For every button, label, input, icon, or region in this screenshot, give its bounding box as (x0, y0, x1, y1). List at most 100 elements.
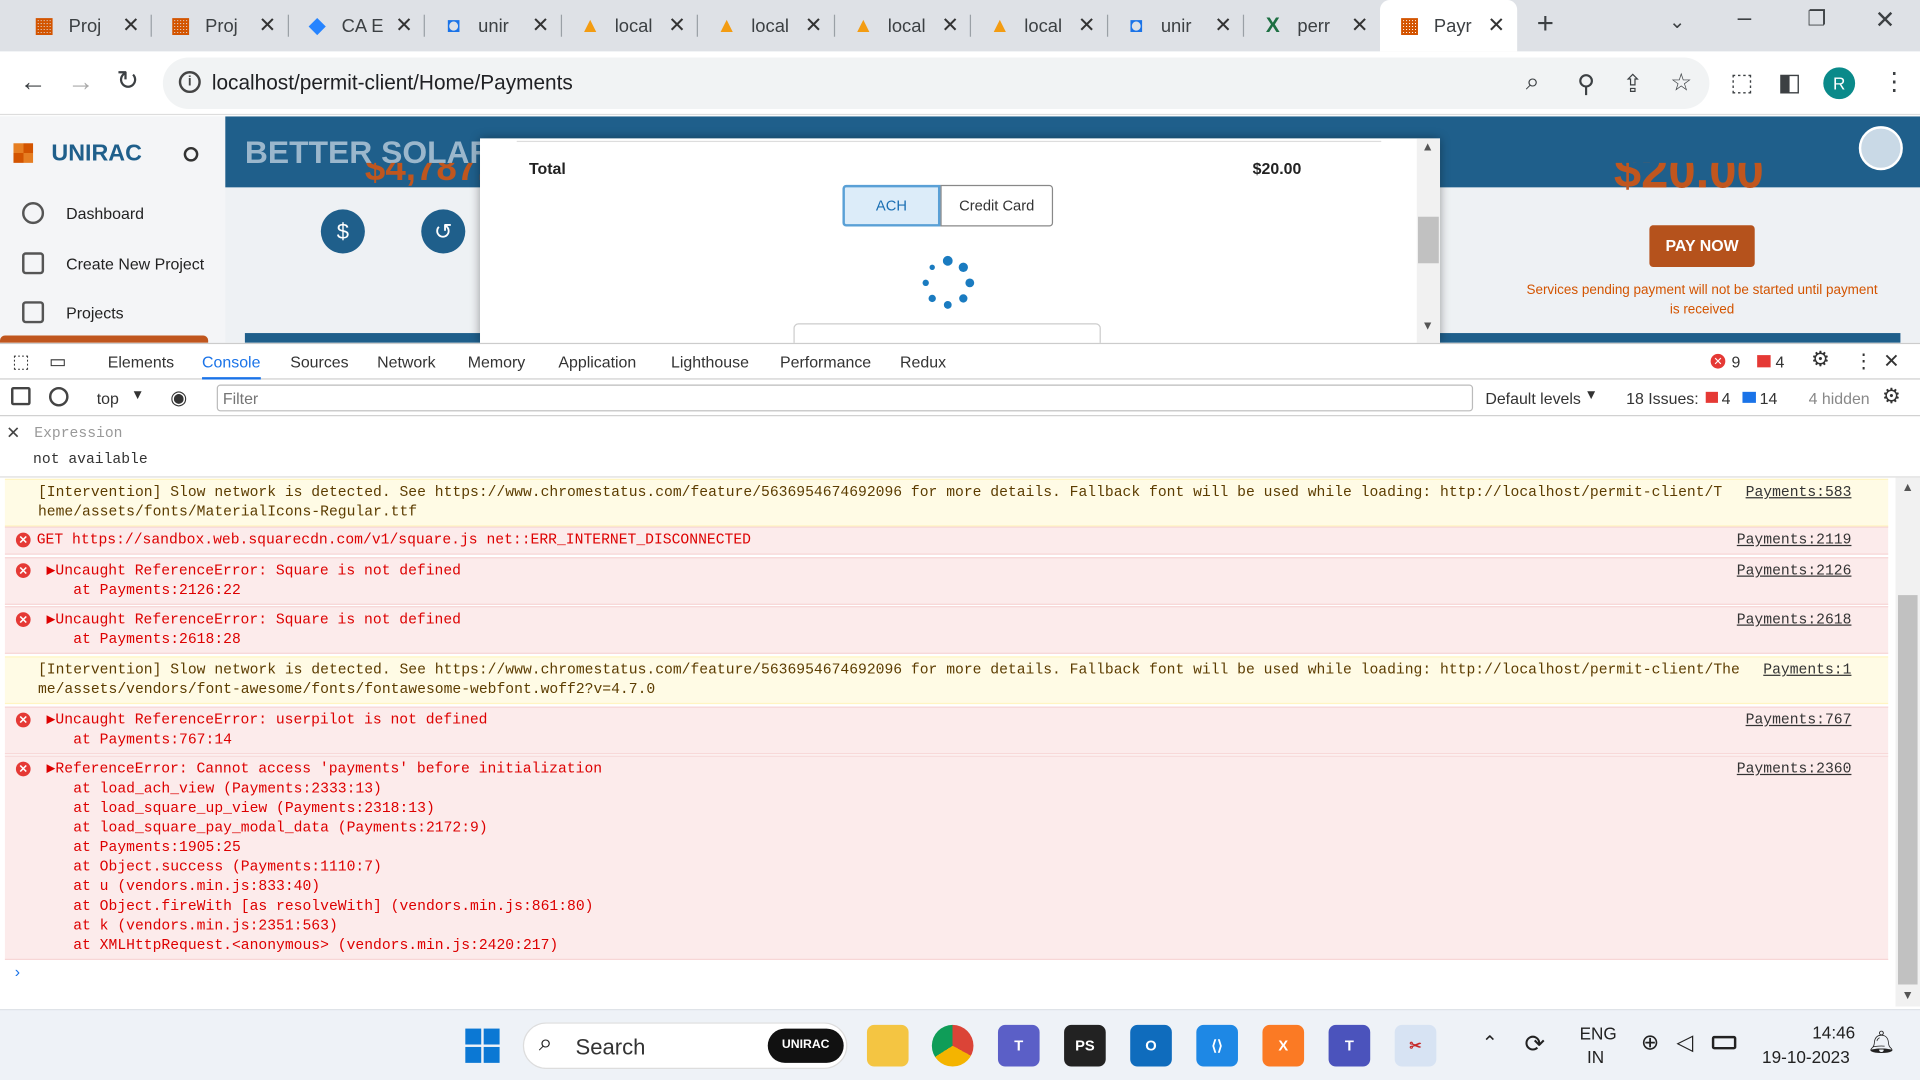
browser-tab[interactable]: ◘ unir ✕ (424, 0, 561, 51)
payment-form-box[interactable] (793, 323, 1101, 345)
tab-close-icon[interactable]: ✕ (122, 13, 139, 37)
issues-info-count[interactable]: 14 (1760, 389, 1778, 407)
reload-icon[interactable]: ↻ (116, 65, 139, 97)
clock-time[interactable]: 14:46 (1812, 1022, 1855, 1042)
console-warning-message[interactable]: [Intervention] Slow network is detected.… (4, 478, 1889, 527)
message-line[interactable]: at Payments:767:14 (5, 730, 1888, 750)
message-line[interactable]: at Payments:2126:22 (5, 580, 1888, 600)
close-window-button[interactable]: ✕ (1875, 5, 1896, 36)
language-secondary[interactable]: IN (1587, 1047, 1604, 1067)
browser-tab[interactable]: ▲ local ✕ (561, 0, 698, 51)
browser-tab[interactable]: ▦ Payr ✕ (1380, 0, 1518, 52)
zoom-icon[interactable]: ⌕ (1526, 69, 1540, 97)
console-error-message[interactable]: ✕ GET https://sandbox.web.squarecdn.com/v… (4, 526, 1889, 555)
message-source-link[interactable]: Payments:767 (1746, 710, 1852, 730)
volume-icon[interactable]: ◁ (1676, 1030, 1693, 1056)
notification-bell-icon[interactable]: 🔔︎ (1867, 1030, 1895, 1056)
devtools-tab-elements[interactable]: Elements (108, 353, 174, 371)
device-toggle-icon[interactable]: ▭ (49, 350, 66, 372)
message-source-link[interactable]: Payments:2360 (1737, 759, 1852, 779)
sidebar-item-projects[interactable]: Projects (22, 301, 124, 324)
info-icon[interactable]: i (178, 71, 201, 94)
expression-label[interactable]: Expression (34, 425, 122, 442)
phpstorm-icon[interactable]: PS (1064, 1024, 1106, 1067)
address-bar[interactable]: i localhost/permit-client/Home/Payments … (162, 57, 1710, 109)
console-scroll-thumb[interactable] (1897, 595, 1918, 985)
share-icon[interactable]: ⇪ (1622, 69, 1643, 100)
battery-icon[interactable] (1711, 1035, 1737, 1050)
message-line[interactable]: at Payments:1905:25 (5, 838, 1888, 858)
console-scroll-up-icon[interactable]: ▲ (1902, 481, 1914, 494)
issues-error-count[interactable]: 4 (1722, 389, 1731, 407)
tab-search-icon[interactable]: ⌄ (1669, 10, 1685, 34)
message-line[interactable]: at Payments:2618:28 (5, 629, 1888, 649)
forward-icon[interactable]: → (67, 66, 94, 98)
console-warning-message[interactable]: [Intervention] Slow network is detected.… (4, 656, 1889, 705)
levels-dropdown-icon[interactable]: ▼ (1585, 388, 1598, 403)
sync-icon[interactable]: ⟳ (1525, 1029, 1546, 1060)
log-levels-select[interactable]: Default levels (1485, 389, 1581, 407)
url-text[interactable]: localhost/permit-client/Home/Payments (212, 71, 573, 95)
credit-card-button[interactable]: Credit Card (940, 184, 1054, 227)
context-dropdown-icon[interactable]: ▼ (131, 388, 144, 403)
snipping-tool-icon[interactable]: ✂ (1394, 1024, 1437, 1067)
message-source-link[interactable]: Payments:1 (1763, 660, 1851, 680)
message-line[interactable]: at k (vendors.min.js:2351:563) (5, 916, 1888, 936)
devtools-tab-lighthouse[interactable]: Lighthouse (671, 353, 749, 371)
dollar-icon[interactable]: $ (320, 209, 365, 254)
browser-tab[interactable]: ▦ Proj ✕ (151, 0, 288, 51)
message-line[interactable]: at Object.success (Payments:1110:7) (5, 857, 1888, 877)
tab-close-icon[interactable]: ✕ (395, 13, 412, 37)
bookmark-star-icon[interactable]: ☆ (1670, 67, 1692, 98)
tab-close-icon[interactable]: ✕ (259, 13, 276, 37)
devtools-warning-count[interactable]: 4 (1776, 353, 1785, 371)
scroll-thumb[interactable] (1417, 216, 1439, 264)
radio-icon[interactable] (183, 146, 199, 162)
console-error-message[interactable]: ✕ ▶Uncaught ReferenceError: Square is not… (4, 606, 1889, 654)
location-icon[interactable]: ⚲ (1577, 69, 1595, 100)
language-primary[interactable]: ENG (1580, 1024, 1617, 1044)
browser-tab[interactable]: ◘ unir ✕ (1107, 0, 1244, 51)
tab-close-icon[interactable]: ✕ (532, 13, 549, 37)
menu-icon[interactable]: ⋮ (1882, 66, 1906, 97)
browser-tab[interactable]: ◆ CA E ✕ (288, 0, 425, 51)
devtools-tab-sources[interactable]: Sources (290, 353, 348, 371)
network-icon[interactable]: ⊕ (1641, 1030, 1659, 1056)
windows-start-icon[interactable] (465, 1028, 500, 1063)
devtools-tab-application[interactable]: Application (558, 353, 636, 371)
message-source-link[interactable]: Payments:2126 (1737, 561, 1852, 581)
scroll-up-icon[interactable]: ▲ (1422, 141, 1434, 154)
vscode-icon[interactable]: ⟨⟩ (1196, 1024, 1238, 1067)
message-line[interactable]: at load_ach_view (Payments:2333:13) (5, 779, 1888, 799)
devtools-error-count[interactable]: 9 (1731, 353, 1740, 371)
history-icon[interactable]: ↺ (421, 209, 466, 254)
new-tab-button[interactable]: + (1537, 7, 1554, 41)
teams-icon[interactable]: T (997, 1024, 1040, 1067)
message-line[interactable]: at u (vendors.min.js:833:40) (5, 877, 1888, 897)
message-source-link[interactable]: Payments:2618 (1737, 610, 1852, 630)
browser-tab[interactable]: Xperr ✕ (1243, 0, 1380, 51)
sidebar-item-create-project[interactable]: Create New Project (22, 252, 204, 275)
console-scrollbar[interactable]: ▲ ▼ (1895, 477, 1920, 1007)
console-error-message[interactable]: ✕ ▶Uncaught ReferenceError: Square is not… (4, 557, 1889, 605)
modal-scrollbar[interactable]: ▲ ▼ (1416, 138, 1441, 345)
scroll-down-icon[interactable]: ▼ (1422, 320, 1434, 333)
devtools-tab-redux[interactable]: Redux (900, 353, 946, 371)
console-error-message[interactable]: ✕ ▶ReferenceError: Cannot access 'payment… (4, 755, 1889, 961)
devtools-close-icon[interactable]: ✕ (1883, 349, 1899, 373)
sidebar-toggle-icon[interactable] (11, 386, 31, 406)
inspect-icon[interactable]: ⬚ (12, 350, 29, 372)
side-panel-icon[interactable]: ◧ (1778, 67, 1801, 98)
browser-tab[interactable]: ▲ local ✕ (834, 0, 971, 51)
xampp-icon[interactable]: X (1262, 1024, 1305, 1067)
extensions-icon[interactable]: ⬚ (1730, 67, 1753, 98)
browser-tab[interactable]: ▲ local ✕ (970, 0, 1107, 51)
pay-now-button[interactable]: PAY NOW (1649, 225, 1755, 267)
tab-close-icon[interactable]: ✕ (1487, 13, 1504, 37)
tab-close-icon[interactable]: ✕ (1351, 13, 1368, 37)
console-error-message[interactable]: ✕ ▶Uncaught ReferenceError: userpilot is … (4, 706, 1889, 755)
profile-avatar[interactable]: R (1823, 67, 1856, 100)
devtools-settings-icon[interactable]: ⚙ (1811, 348, 1830, 372)
teams-new-icon[interactable]: T (1328, 1024, 1371, 1067)
console-filter-input[interactable] (216, 384, 1474, 412)
